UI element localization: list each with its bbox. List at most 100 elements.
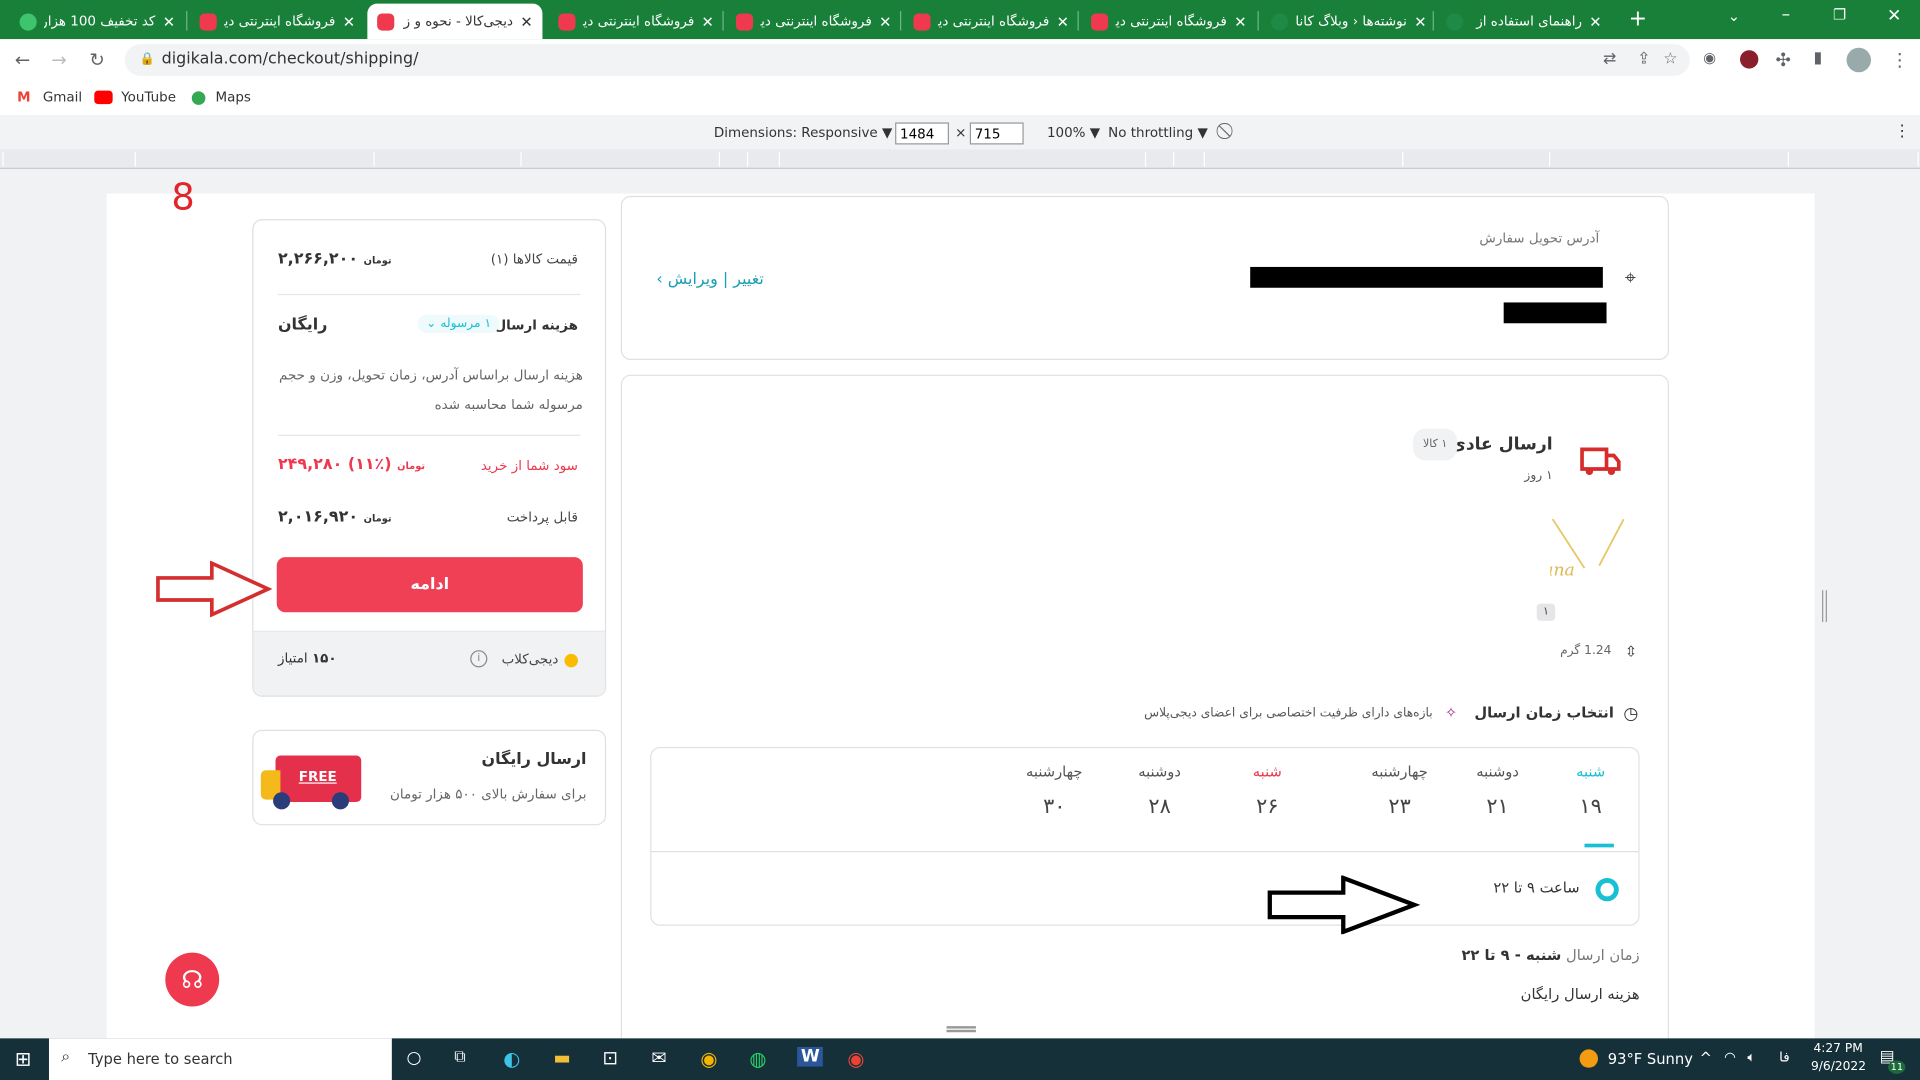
volume-icon[interactable]: 🔈︎	[1747, 1049, 1755, 1066]
ruler-breakpoint[interactable]	[134, 151, 136, 167]
tab-search-icon[interactable]: ⌄	[1728, 7, 1740, 24]
close-tab-icon[interactable]: ✕	[163, 13, 175, 30]
profile-extension-icon[interactable]	[1740, 50, 1759, 69]
url-bar[interactable]: 🔒 digikala.com/checkout/shipping/ ⇄ ⇪ ☆	[124, 44, 1690, 76]
ruler-breakpoint[interactable]	[1173, 151, 1175, 167]
back-icon[interactable]: ←	[15, 49, 30, 71]
chrome-icon-2[interactable]: ◉	[847, 1047, 864, 1070]
store-icon[interactable]: ⊡	[602, 1047, 617, 1069]
ruler-breakpoint[interactable]	[2, 151, 4, 167]
whatsapp-icon[interactable]: ◍	[749, 1047, 766, 1070]
bookmark-star-icon[interactable]: ☆	[1663, 44, 1677, 76]
bookmark-maps[interactable]: Maps	[216, 89, 251, 105]
browser-tab[interactable]: نوشته‌ها ‹ وبلاگ کانا ✕	[1261, 4, 1436, 40]
ruler-breakpoint[interactable]	[746, 151, 749, 167]
ruler-breakpoint[interactable]	[1402, 151, 1404, 167]
ruler-breakpoint[interactable]	[1787, 151, 1789, 167]
close-tab-icon[interactable]: ✕	[1057, 13, 1069, 30]
continue-button[interactable]: ادامه	[276, 557, 583, 613]
browser-tab[interactable]: فروشگاه اینترنتی دیـ ✕	[190, 4, 365, 40]
ruler-breakpoint[interactable]	[1548, 151, 1551, 167]
close-tab-icon[interactable]: ✕	[1414, 13, 1426, 30]
shipment-count-badge[interactable]: ۱ مرسوله ⌄	[417, 314, 500, 334]
extension-icon[interactable]: ◉	[1703, 49, 1716, 66]
delivery-schedule: شنبه ۱۹ دوشنبه ۲۱ چهارشنبه ۲۳ شنبه ۲۶ دوشنبه ۲۸ چه…	[650, 746, 1640, 926]
address-card: آدرس تحویل سفارش ⌖ تغییر | ویرایش ›	[620, 195, 1669, 361]
mail-icon[interactable]: ✉	[651, 1047, 666, 1069]
bookmark-youtube[interactable]: YouTube	[121, 89, 176, 105]
clock-time[interactable]: 4:27 PM	[1813, 1042, 1862, 1055]
browser-tab[interactable]: دیجی‌کالا - نحوه و ز ✕	[367, 3, 543, 40]
browser-tab[interactable]: راهنمای استفاده از ✕	[1436, 4, 1611, 40]
weather-text[interactable]: 93°F Sunny	[1608, 1051, 1693, 1068]
throttling-select[interactable]: No throttling ▼	[1108, 125, 1208, 141]
ruler-breakpoint[interactable]	[718, 151, 721, 167]
day-tab[interactable]: شنبه ۲۶	[1224, 763, 1310, 819]
ruler-breakpoint[interactable]	[1203, 151, 1205, 167]
chrome-icon[interactable]: ◉	[700, 1047, 717, 1070]
wifi-icon[interactable]: ◠	[1724, 1049, 1736, 1065]
ruler-breakpoint[interactable]	[1144, 151, 1147, 167]
info-icon[interactable]: i	[470, 650, 488, 668]
browser-tab[interactable]: کد تخفیف 100 هزار ✕	[10, 4, 185, 40]
edge-icon[interactable]: ◐	[503, 1047, 520, 1070]
browser-tab[interactable]: فروشگاه اینترنتی دیـ ✕	[549, 4, 724, 40]
language-indicator[interactable]: فا	[1779, 1049, 1790, 1065]
share-icon[interactable]: ⇪	[1637, 44, 1650, 76]
close-tab-icon[interactable]: ✕	[1589, 13, 1601, 30]
close-window-button[interactable]: ✕	[1887, 6, 1901, 26]
ruler-breakpoint[interactable]	[1917, 151, 1919, 167]
width-input[interactable]	[895, 122, 949, 145]
new-tab-button[interactable]: +	[1629, 6, 1647, 32]
menu-icon[interactable]: ⋮	[1891, 49, 1909, 71]
task-view-icon[interactable]: ⧉	[454, 1048, 465, 1066]
day-tab[interactable]: شنبه ۱۹	[1548, 763, 1634, 819]
browser-tab[interactable]: فروشگاه اینترنتی دیـ ✕	[726, 4, 901, 40]
forward-icon[interactable]: →	[51, 49, 66, 71]
reload-icon[interactable]: ↻	[89, 49, 104, 71]
close-tab-icon[interactable]: ✕	[520, 13, 532, 30]
resize-handle-bottom[interactable]	[946, 1026, 976, 1033]
shipment-card: ارسال عادی ۱ کالا ۱ روز Sana ۱ ⇳ 1.24 گر…	[620, 374, 1669, 1061]
shipping-cost-summary: هزینه ارسال رایگان	[1520, 985, 1640, 1003]
day-tab[interactable]: چهارشنبه ۳۰	[1011, 763, 1097, 819]
close-tab-icon[interactable]: ✕	[879, 13, 891, 30]
translate-icon[interactable]: ⇄	[1603, 44, 1616, 76]
clock-date[interactable]: 9/6/2022	[1811, 1060, 1866, 1073]
height-input[interactable]	[969, 122, 1024, 145]
close-tab-icon[interactable]: ✕	[343, 13, 355, 30]
edit-address-link[interactable]: تغییر | ویرایش ›	[656, 271, 763, 289]
restore-button[interactable]: ❐	[1833, 6, 1846, 23]
taskbar-search[interactable]: ⌕ Type here to search	[48, 1038, 392, 1080]
chevron-up-icon[interactable]: ^	[1700, 1049, 1712, 1066]
time-slot-label[interactable]: ساعت ۹ تا ۲۲	[1493, 879, 1579, 896]
zoom-select[interactable]: 100% ▼	[1047, 125, 1100, 141]
browser-tab[interactable]: فروشگاه اینترنتی دیـ ✕	[904, 4, 1079, 40]
file-explorer-icon[interactable]: ▬	[553, 1047, 570, 1069]
day-tab[interactable]: چهارشنبه ۲۳	[1357, 763, 1443, 819]
bookmark-gmail[interactable]: Gmail	[43, 89, 82, 105]
ruler-breakpoint[interactable]	[520, 151, 522, 167]
ruler-breakpoint[interactable]	[778, 151, 781, 167]
resize-handle-right[interactable]	[1822, 590, 1827, 623]
avatar[interactable]	[1846, 47, 1872, 73]
support-headset-button[interactable]: ☊	[165, 952, 220, 1007]
more-options-icon[interactable]: ⋮	[1894, 122, 1910, 140]
dimensions-select[interactable]: Dimensions: Responsive ▼	[714, 125, 892, 141]
divider	[277, 434, 581, 436]
puzzle-icon[interactable]: ✣	[1776, 49, 1791, 71]
browser-tab[interactable]: فروشگاه اینترنتی دیـ ✕	[1081, 4, 1256, 40]
minimize-button[interactable]: –	[1782, 5, 1791, 25]
time-slot-radio[interactable]	[1595, 877, 1619, 902]
close-tab-icon[interactable]: ✕	[1234, 13, 1246, 30]
side-panel-icon[interactable]: ▮	[1813, 49, 1822, 67]
media-query-ruler	[0, 149, 1920, 169]
day-tab[interactable]: دوشنبه ۲۸	[1117, 763, 1203, 819]
close-tab-icon[interactable]: ✕	[702, 13, 714, 30]
word-icon[interactable]: W	[797, 1046, 824, 1067]
windows-start-icon[interactable]: ⊞	[15, 1047, 31, 1070]
free-shipping-banner[interactable]: ارسال رایگان برای سفارش بالای ۵۰۰ هزار ت…	[252, 729, 607, 826]
cortana-icon[interactable]: ○	[407, 1048, 422, 1068]
ruler-breakpoint[interactable]	[373, 151, 375, 167]
day-tab[interactable]: دوشنبه ۲۱	[1455, 763, 1541, 819]
